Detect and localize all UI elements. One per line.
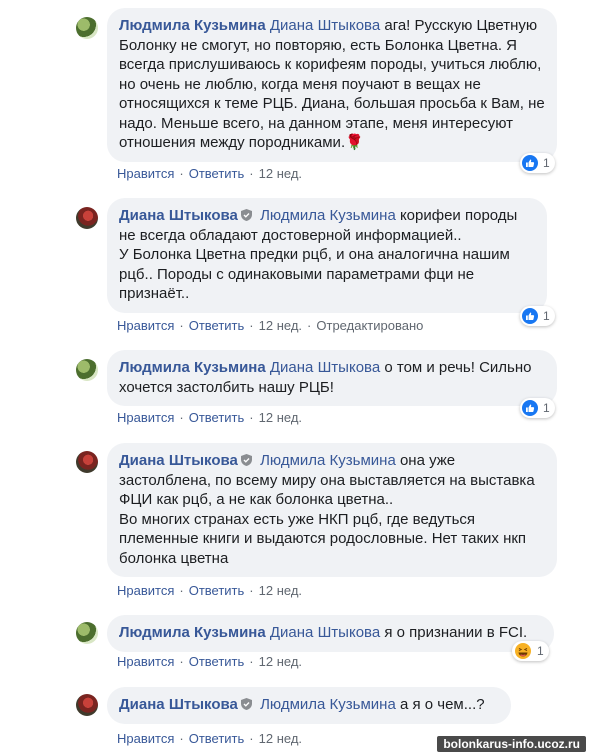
separator-dot: ·: [249, 654, 254, 669]
avatar[interactable]: [76, 451, 98, 473]
comment-bubble: Людмила Кузьмина Диана Штыкова ага! Русс…: [107, 8, 557, 162]
separator-dot: ·: [179, 318, 184, 333]
avatar[interactable]: [76, 359, 98, 381]
comment-author[interactable]: Людмила Кузьмина: [119, 359, 266, 376]
avatar[interactable]: [76, 207, 98, 229]
reaction-count[interactable]: 1: [520, 153, 555, 173]
comment-bubble: Людмила Кузьмина Диана Штыкова о том и р…: [107, 350, 557, 406]
comment-text: ага! Русскую Цветную Болонку не смогут, …: [119, 17, 545, 151]
comment-actions: Нравится · Ответить · 12 нед.: [117, 654, 302, 669]
comment-mention[interactable]: Диана Штыкова: [270, 17, 380, 34]
reaction-count-value: 1: [543, 309, 550, 323]
thumbs-up-icon: [522, 308, 538, 324]
comment-author[interactable]: Людмила Кузьмина: [119, 624, 266, 641]
reaction-count-value: 1: [543, 401, 550, 415]
reaction-count[interactable]: 1: [520, 306, 555, 326]
comment-mention[interactable]: Диана Штыкова: [270, 624, 380, 641]
separator-dot: ·: [179, 654, 184, 669]
timestamp[interactable]: 12 нед.: [259, 318, 302, 333]
separator-dot: ·: [179, 410, 184, 425]
shield-icon: [240, 698, 252, 710]
separator-dot: ·: [179, 731, 184, 746]
reply-link[interactable]: Ответить: [189, 583, 245, 598]
edited-label[interactable]: Отредактировано: [316, 318, 423, 333]
comment-bubble: Диана Штыкова Людмила Кузьмина а я о чем…: [107, 687, 511, 724]
timestamp[interactable]: 12 нед.: [259, 410, 302, 425]
comment-author[interactable]: Людмила Кузьмина: [119, 17, 266, 34]
comment-text: я о признании в FCI.: [380, 624, 528, 641]
comment-bubble: Людмила Кузьмина Диана Штыкова я о призн…: [107, 615, 554, 652]
timestamp[interactable]: 12 нед.: [259, 731, 302, 746]
reply-link[interactable]: Ответить: [189, 318, 245, 333]
comment-actions: Нравится · Ответить · 12 нед.: [117, 583, 302, 598]
avatar[interactable]: [76, 17, 98, 39]
reaction-count[interactable]: 1: [520, 398, 555, 418]
comment-text: а я о чем...?: [395, 696, 485, 713]
like-link[interactable]: Нравится: [117, 166, 174, 181]
comment-mention[interactable]: Диана Штыкова: [270, 359, 380, 376]
reaction-count-value: 1: [543, 156, 550, 170]
reply-link[interactable]: Ответить: [189, 410, 245, 425]
timestamp[interactable]: 12 нед.: [259, 166, 302, 181]
timestamp[interactable]: 12 нед.: [259, 583, 302, 598]
like-link[interactable]: Нравится: [117, 654, 174, 669]
reply-link[interactable]: Ответить: [189, 731, 245, 746]
comment-mention[interactable]: Людмила Кузьмина: [260, 696, 396, 713]
rose-emoji: 🌹: [345, 134, 364, 151]
laughing-emoji-icon: [515, 643, 531, 659]
timestamp[interactable]: 12 нед.: [259, 654, 302, 669]
like-link[interactable]: Нравится: [117, 318, 174, 333]
comment-bubble: Диана Штыкова Людмила Кузьмина корифеи п…: [107, 198, 547, 313]
comment-author[interactable]: Диана Штыкова: [119, 452, 238, 469]
like-link[interactable]: Нравится: [117, 731, 174, 746]
comment-actions: Нравится · Ответить · 12 нед. · Отредактирован…: [117, 318, 423, 333]
reaction-count[interactable]: 1: [512, 641, 549, 661]
comment-text: она уже застолблена, по всему миру она в…: [119, 452, 535, 567]
comment-actions: Нравится · Ответить · 12 нед.: [117, 731, 302, 746]
separator-dot: ·: [307, 318, 312, 333]
reply-link[interactable]: Ответить: [189, 654, 245, 669]
comment-actions: Нравится · Ответить · 12 нед.: [117, 166, 302, 181]
avatar[interactable]: [76, 694, 98, 716]
reply-link[interactable]: Ответить: [189, 166, 245, 181]
like-link[interactable]: Нравится: [117, 583, 174, 598]
comment-mention[interactable]: Людмила Кузьмина: [260, 207, 396, 224]
site-watermark: bolonkarus-info.ucoz.ru: [437, 736, 586, 752]
separator-dot: ·: [179, 583, 184, 598]
shield-icon: [240, 209, 252, 221]
separator-dot: ·: [249, 583, 254, 598]
reaction-count-value: 1: [537, 644, 544, 658]
comment-actions: Нравится · Ответить · 12 нед.: [117, 410, 302, 425]
separator-dot: ·: [249, 166, 254, 181]
separator-dot: ·: [179, 166, 184, 181]
separator-dot: ·: [249, 731, 254, 746]
thumbs-up-icon: [522, 155, 538, 171]
thumbs-up-icon: [522, 400, 538, 416]
shield-icon: [240, 454, 252, 466]
comment-author[interactable]: Диана Штыкова: [119, 207, 238, 224]
separator-dot: ·: [249, 318, 254, 333]
separator-dot: ·: [249, 410, 254, 425]
comment-mention[interactable]: Людмила Кузьмина: [260, 452, 396, 469]
comment-author[interactable]: Диана Штыкова: [119, 696, 238, 713]
comment-bubble: Диана Штыкова Людмила Кузьмина она уже з…: [107, 443, 557, 577]
like-link[interactable]: Нравится: [117, 410, 174, 425]
avatar[interactable]: [76, 622, 98, 644]
